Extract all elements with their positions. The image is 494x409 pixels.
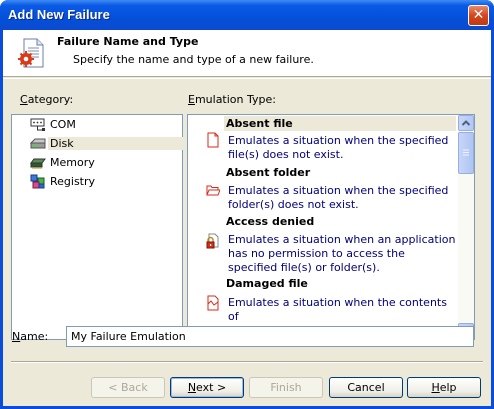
registry-icon <box>30 174 45 189</box>
emulation-item-description[interactable]: Emulates a situation when the specified … <box>228 184 456 212</box>
dialog-window: Add New Failure ✕ Failure Name and Type … <box>0 0 494 409</box>
memory-icon <box>30 158 46 169</box>
button-separator <box>11 361 483 363</box>
folder-icon <box>206 185 220 196</box>
scroll-up-button[interactable] <box>458 115 474 131</box>
back-button[interactable]: < Back <box>91 377 165 398</box>
category-item-disk[interactable]: Disk <box>30 134 186 153</box>
header-subtitle: Specify the name and type of a new failu… <box>73 53 314 66</box>
header-title: Failure Name and Type <box>57 35 199 48</box>
category-label: Category: <box>20 93 74 106</box>
finish-button[interactable]: Finish <box>249 377 323 398</box>
emulation-item-description[interactable]: Emulates a situation when the specified … <box>228 134 456 162</box>
emulation-item-description[interactable]: Emulates a situation when the contents o… <box>228 296 456 324</box>
window-title: Add New Failure <box>8 7 110 22</box>
category-list[interactable]: COM Disk Memory Registry <box>11 114 186 340</box>
category-item-label: Disk <box>48 137 186 150</box>
emulation-item-title[interactable]: Absent file <box>224 116 456 131</box>
emulation-type-list[interactable]: Absent file Emulates a situation when th… <box>187 114 475 340</box>
help-button[interactable]: Help <box>407 377 481 398</box>
scroll-thumb[interactable] <box>458 132 474 174</box>
category-item-label: Registry <box>50 175 96 188</box>
chevron-up-icon <box>461 120 471 126</box>
name-input[interactable] <box>66 326 474 347</box>
category-item-memory[interactable]: Memory <box>30 153 180 172</box>
header-divider <box>3 78 491 79</box>
name-label: Name: <box>12 330 49 343</box>
emulation-item-description[interactable]: Emulates a situation when an application… <box>228 233 456 275</box>
emulation-item-title[interactable]: Damaged file <box>226 277 308 290</box>
emulation-type-label: Emulation Type: <box>188 93 276 106</box>
com-icon <box>30 118 45 131</box>
next-button[interactable]: Next > <box>170 377 244 398</box>
title-bar[interactable]: Add New Failure ✕ <box>0 0 494 30</box>
emulation-scrollbar[interactable] <box>458 115 474 339</box>
cancel-button[interactable]: Cancel <box>329 377 403 398</box>
wizard-header: Failure Name and Type Specify the name a… <box>3 30 491 77</box>
category-item-label: COM <box>50 118 76 131</box>
close-button[interactable]: ✕ <box>468 5 489 26</box>
close-icon: ✕ <box>472 7 485 23</box>
dialog-body: Failure Name and Type Specify the name a… <box>3 30 491 406</box>
blank-file-icon <box>207 132 219 148</box>
category-item-registry[interactable]: Registry <box>30 172 180 191</box>
emulation-item-title[interactable]: Access denied <box>226 215 314 228</box>
document-gear-icon <box>18 38 44 68</box>
grip-icon <box>463 149 469 156</box>
category-item-label: Memory <box>50 156 95 169</box>
emulation-item-title[interactable]: Absent folder <box>226 166 310 179</box>
damaged-file-icon <box>207 295 219 311</box>
disk-icon <box>30 138 46 149</box>
category-item-com[interactable]: COM <box>30 115 180 134</box>
locked-file-icon <box>206 233 219 249</box>
